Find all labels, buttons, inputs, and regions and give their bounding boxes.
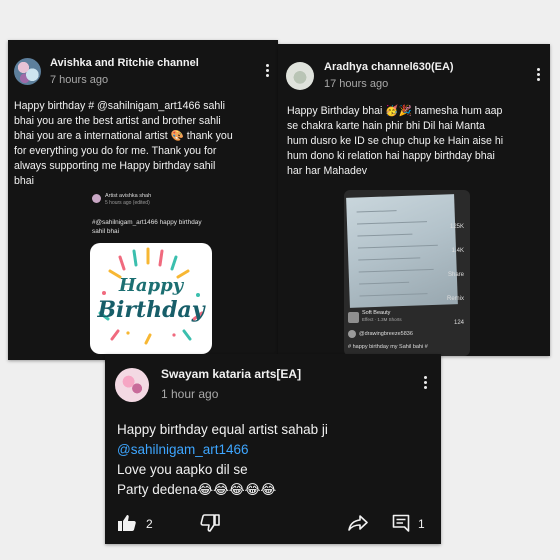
svg-text:Happy: Happy (118, 275, 185, 296)
thumbs-down-icon (200, 514, 220, 532)
sound-title: Soft Beauty (362, 310, 391, 316)
comment-line: se chakra karte hain phir bhi Dil hai Ma… (287, 120, 485, 132)
avatar[interactable] (115, 368, 149, 402)
avatar[interactable] (14, 58, 41, 85)
thumbs-up-icon (118, 515, 136, 531)
comment-author[interactable]: Aradhya channel630(EA) (324, 61, 454, 73)
comment-author[interactable]: Swayam kataria arts[EA] (161, 367, 301, 381)
comment-line: always supporting me Happy birthday sahi… (14, 160, 216, 172)
comment-text: Happy birthday equal artist sahab ji @sa… (117, 420, 433, 500)
comment-line: hum dusro ke ID se chup chup ke Hain ais… (287, 135, 504, 147)
shorts-avatar (348, 330, 356, 338)
happy-birthday-illustration: Happy Birthday (96, 247, 207, 345)
comment-line: Happy Birthday bhai 🥳🎉 hamesha hum aap (287, 105, 503, 117)
dislike-label: 1.4K (451, 248, 464, 254)
shorts-user: @drawingbreeze5836 (359, 331, 413, 337)
share-label: Share (447, 272, 464, 278)
comment-count: 124 (453, 320, 464, 326)
comment-time: 7 hours ago (50, 74, 109, 86)
remix-label: Remix (446, 296, 464, 302)
share-icon (348, 515, 368, 531)
comment-line: Happy birthday # @sahilnigam_art1466 sah… (14, 100, 225, 112)
comment-text: Happy birthday # @sahilnigam_art1466 sah… (14, 99, 276, 189)
comment-line: har har Mahadev (287, 165, 368, 177)
comment-text: Happy Birthday bhai 🥳🎉 hamesha hum aap s… (287, 104, 547, 179)
sound-pill: Soft Beauty Effect · 1.3M Shorts (348, 310, 408, 326)
embedded-time: 5 hours ago (edited) (105, 200, 150, 206)
comment-line: hum dono ki relation hai happy birthday … (287, 150, 495, 162)
embedded-avatar (92, 194, 101, 203)
share-button[interactable] (348, 515, 368, 536)
comment-line: bhai you are the best artist and brother… (14, 115, 221, 127)
reply-count: 1 (418, 517, 425, 531)
comment-line: Party dedena😂😂😂😂😂 (117, 482, 277, 497)
happy-birthday-image: Happy Birthday (90, 243, 212, 354)
like-count: 2 (146, 517, 153, 531)
comment-card-2: Aradhya channel630(EA) 17 hours ago Happ… (278, 44, 550, 356)
more-options-icon[interactable] (421, 376, 429, 390)
comment-card-3: Swayam kataria arts[EA] 1 hour ago Happy… (105, 354, 441, 544)
comment-line: bhai (14, 175, 35, 187)
like-count: 125K (449, 224, 464, 230)
comment-line: bhai you are a international artist 🎨 th… (14, 130, 233, 142)
embedded-author: Artist avishka shah (105, 193, 152, 199)
more-options-icon[interactable] (263, 64, 271, 78)
comment-author[interactable]: Avishka and Ritchie channel (50, 57, 199, 69)
mention-link[interactable]: @sahilnigam_art1466 (117, 440, 433, 460)
like-button[interactable] (117, 514, 137, 537)
comment-icon (392, 514, 410, 532)
comment-time: 1 hour ago (161, 387, 219, 401)
comment-time: 17 hours ago (324, 78, 389, 90)
avatar[interactable] (286, 62, 314, 90)
comment-card-1: Avishka and Ritchie channel 7 hours ago … (8, 40, 278, 360)
shorts-caption: # happy birthday my Sahil bahi # (348, 344, 428, 350)
dislike-button[interactable] (200, 514, 220, 537)
comment-line: Love you aapko dil se (117, 462, 248, 477)
paper-photo (346, 194, 458, 308)
comment-line: for everything you do for me. Thank you … (14, 145, 217, 157)
more-options-icon[interactable] (534, 68, 542, 82)
comment-line: Happy birthday equal artist sahab ji (117, 422, 328, 437)
sound-thumbnail (348, 312, 359, 323)
shorts-screenshot[interactable]: 125K 1.4K Share Remix 124 Soft Beauty Ef… (344, 190, 470, 356)
embedded-text: #@sahilnigam_art1466 happy birthday sahi… (92, 219, 202, 235)
sound-subtitle: Effect · 1.3M Shorts (362, 317, 402, 322)
reply-button[interactable] (392, 514, 410, 537)
svg-text:Birthday: Birthday (96, 297, 206, 323)
